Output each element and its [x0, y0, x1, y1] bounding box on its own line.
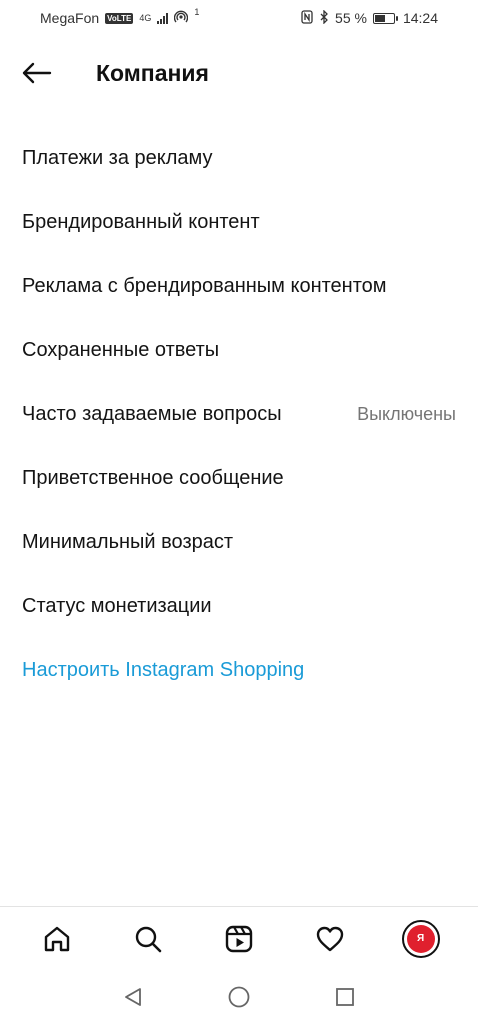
menu-item-label: Настроить Instagram Shopping	[22, 658, 305, 681]
bottom-nav: Я	[0, 906, 478, 970]
menu-item-ad-payments[interactable]: Платежи за рекламу	[0, 126, 478, 190]
hotspot-count: 1	[194, 7, 200, 17]
carrier-name: MegaFon	[40, 10, 100, 26]
network-type: 4G	[139, 13, 152, 23]
signal-icon	[157, 12, 169, 24]
home-icon	[45, 926, 70, 951]
system-back-button[interactable]	[119, 983, 147, 1011]
battery-icon	[372, 12, 398, 24]
page-title: Компания	[96, 60, 209, 86]
nav-search-button[interactable]	[122, 913, 174, 965]
nfc-icon	[301, 9, 313, 27]
avatar-image: Я	[406, 924, 435, 953]
system-recents-button[interactable]	[331, 983, 359, 1011]
menu-item-label: Статус монетизации	[22, 594, 212, 617]
menu-item-branded-content-ads[interactable]: Реклама с брендированным контентом	[0, 254, 478, 318]
clock: 14:24	[402, 10, 438, 26]
nav-profile-button[interactable]: Я	[395, 913, 447, 965]
menu-item-saved-replies[interactable]: Сохраненные ответы	[0, 318, 478, 382]
system-nav-bar	[0, 970, 478, 1024]
menu-item-monetization-status[interactable]: Статус монетизации	[0, 574, 478, 638]
menu-item-label: Сохраненные ответы	[22, 338, 220, 361]
menu-item-label: Платежи за рекламу	[22, 146, 213, 169]
hotspot-icon	[174, 10, 189, 27]
volte-badge: VoLTE	[105, 12, 134, 24]
nav-activity-button[interactable]	[304, 913, 356, 965]
menu-item-label: Брендированный контент	[22, 210, 260, 233]
menu-item-branded-content[interactable]: Брендированный контент	[0, 190, 478, 254]
bluetooth-icon	[319, 8, 329, 27]
menu-item-label: Минимальный возраст	[22, 530, 234, 553]
status-left: MegaFon VoLTE 4G 1	[40, 7, 200, 27]
back-button[interactable]	[18, 58, 54, 88]
battery-percent: 55 %	[335, 10, 367, 26]
square-recents-icon	[336, 988, 354, 1006]
menu-item-label: Приветственное сообщение	[22, 466, 284, 489]
app-header: Компания	[0, 46, 478, 102]
status-right: 55 % 14:24	[301, 8, 438, 27]
nav-home-button[interactable]	[31, 913, 83, 965]
settings-list: Платежи за рекламу Брендированный контен…	[0, 126, 478, 702]
menu-item-faq[interactable]: Часто задаваемые вопросы Выключены	[0, 382, 478, 446]
search-icon	[135, 926, 162, 952]
menu-item-label: Часто задаваемые вопросы	[22, 402, 282, 425]
menu-item-value: Выключены	[357, 403, 456, 424]
heart-icon	[316, 926, 343, 951]
circle-home-icon	[228, 986, 250, 1008]
nav-reels-button[interactable]	[213, 913, 265, 965]
menu-item-minimum-age[interactable]: Минимальный возраст	[0, 510, 478, 574]
menu-item-welcome-message[interactable]: Приветственное сообщение	[0, 446, 478, 510]
status-bar: MegaFon VoLTE 4G 1 55 % 14:24	[0, 0, 478, 36]
system-home-button[interactable]	[225, 983, 253, 1011]
profile-avatar: Я	[401, 919, 440, 958]
arrow-left-icon	[22, 62, 52, 84]
menu-item-instagram-shopping[interactable]: Настроить Instagram Shopping	[0, 638, 478, 702]
triangle-back-icon	[125, 988, 141, 1006]
reels-icon	[225, 925, 253, 952]
menu-item-label: Реклама с брендированным контентом	[22, 274, 387, 297]
